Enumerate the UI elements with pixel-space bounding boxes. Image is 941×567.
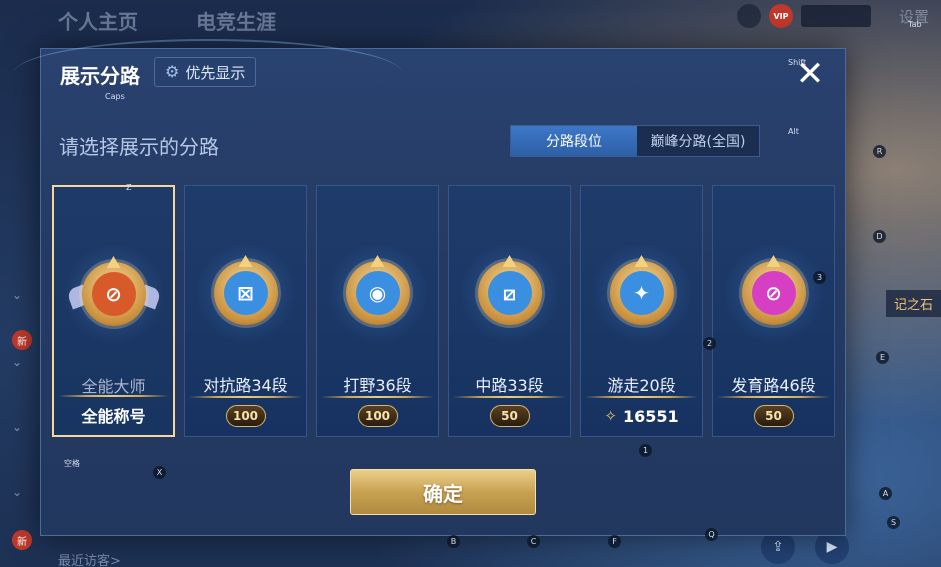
key-hint-shift: Shift bbox=[788, 58, 807, 67]
chevron-down-icon[interactable]: ⌄ bbox=[12, 420, 22, 434]
lane-card-label: 打野36段 bbox=[343, 376, 412, 395]
lane-card-label: 发育路46段 bbox=[731, 376, 816, 395]
tab-lane-rank[interactable]: 分路段位 bbox=[511, 126, 637, 156]
lane-card-clash[interactable]: ⊠ 对抗路34段 100 bbox=[184, 185, 307, 437]
key-hint-2: 2 bbox=[703, 337, 716, 350]
qq-icon[interactable] bbox=[736, 4, 761, 28]
confirm-button[interactable]: 确定 bbox=[350, 469, 536, 515]
key-hint-a: A bbox=[879, 487, 892, 500]
lane-card-jungle[interactable]: ◉ 打野36段 100 bbox=[316, 185, 439, 437]
key-hint-d: D bbox=[873, 230, 886, 243]
mid-lane-icon: ⧄ bbox=[458, 242, 561, 344]
nav-esports-career[interactable]: 电竞生涯 bbox=[196, 6, 276, 35]
lane-card-label: 游走20段 bbox=[607, 376, 676, 395]
display-lane-dialog: 展示分路 ⚙ 优先显示 ✕ 请选择展示的分路 分路段位 巅峰分路(全国) ⊘ 全… bbox=[13, 39, 846, 536]
key-hint-tab: Tab bbox=[908, 20, 922, 29]
lane-card-label: 对抗路34段 bbox=[203, 376, 288, 395]
priority-display-label: 优先显示 bbox=[185, 63, 246, 82]
star-icon: ✧ bbox=[604, 407, 617, 425]
lane-card-roam[interactable]: ✦ 游走20段 ✧ 16551 bbox=[580, 185, 703, 437]
farm-lane-icon: ⊘ bbox=[722, 242, 825, 344]
key-hint-z: Z bbox=[126, 183, 132, 192]
lane-type-tabs: 分路段位 巅峰分路(全国) bbox=[510, 125, 760, 157]
top-nav: 个人主页 电竞生涯 bbox=[58, 6, 276, 35]
key-hint-caps: Caps bbox=[105, 92, 125, 101]
lane-card-label: 全能大师 bbox=[81, 377, 146, 396]
key-hint-x: X bbox=[153, 466, 166, 479]
lane-card-farm[interactable]: ⊘ 发育路46段 50 bbox=[712, 185, 835, 437]
lane-card-footer: 50 bbox=[449, 396, 570, 436]
key-hint-q: Q bbox=[705, 528, 718, 541]
roam-icon: ✦ bbox=[590, 242, 693, 344]
key-hint-f: F bbox=[608, 535, 621, 548]
chevron-down-icon[interactable]: ⌄ bbox=[12, 288, 22, 302]
new-badge: 新 bbox=[12, 530, 32, 550]
key-hint-r: R bbox=[873, 145, 886, 158]
dialog-subtitle: 请选择展示的分路 bbox=[59, 135, 219, 159]
vip-info-box[interactable] bbox=[800, 5, 871, 27]
lane-card-mid[interactable]: ⧄ 中路33段 50 bbox=[448, 185, 571, 437]
clash-lane-icon: ⊠ bbox=[194, 242, 297, 344]
all-round-icon: ⊘ bbox=[62, 243, 165, 345]
star-count: 16551 bbox=[622, 406, 679, 426]
chevron-down-icon[interactable]: ⌄ bbox=[12, 355, 22, 369]
key-hint-e: E bbox=[876, 351, 889, 364]
vip-badge-icon[interactable]: VIP bbox=[768, 4, 793, 28]
lane-card-all-round[interactable]: ⊘ 全能大师 全能称号 bbox=[52, 185, 175, 437]
lane-card-footer: 50 bbox=[713, 396, 834, 436]
chevron-down-icon[interactable]: ⌄ bbox=[12, 485, 22, 499]
score-badge: 100 bbox=[225, 405, 266, 427]
key-hint-alt: Alt bbox=[788, 127, 799, 136]
lane-cards: ⊘ 全能大师 全能称号 ⊠ 对抗路34段 100 ◉ 打野36段 100 ⧄ 中… bbox=[52, 185, 835, 437]
jungle-icon: ◉ bbox=[326, 242, 429, 344]
dialog-title: 展示分路 bbox=[60, 64, 140, 88]
key-hint-c: C bbox=[527, 535, 540, 548]
record-stone-label: 记之石 bbox=[885, 290, 941, 317]
recent-visitors-link[interactable]: 最近访客> bbox=[58, 550, 121, 567]
key-hint-b: B bbox=[447, 535, 460, 548]
key-hint-space: 空格 bbox=[64, 459, 80, 468]
gear-icon: ⚙ bbox=[165, 62, 180, 81]
lane-card-label: 中路33段 bbox=[475, 376, 544, 395]
priority-display-button[interactable]: ⚙ 优先显示 bbox=[154, 57, 257, 87]
lane-card-footer: 100 bbox=[317, 396, 438, 436]
key-hint-3: 3 bbox=[813, 271, 826, 284]
score-badge: 50 bbox=[753, 405, 794, 427]
score-badge: 50 bbox=[489, 405, 530, 427]
new-badge: 新 bbox=[12, 330, 32, 350]
all-round-title-text: 全能称号 bbox=[81, 407, 146, 426]
key-hint-s: S bbox=[887, 516, 900, 529]
tab-peak-lane[interactable]: 巅峰分路(全国) bbox=[637, 126, 759, 156]
nav-personal-home[interactable]: 个人主页 bbox=[58, 6, 138, 35]
lane-card-footer: 全能称号 bbox=[54, 395, 173, 435]
score-badge: 100 bbox=[357, 405, 398, 427]
lane-card-footer: ✧ 16551 bbox=[581, 396, 702, 436]
key-hint-1: 1 bbox=[639, 444, 652, 457]
lane-card-footer: 100 bbox=[185, 396, 306, 436]
